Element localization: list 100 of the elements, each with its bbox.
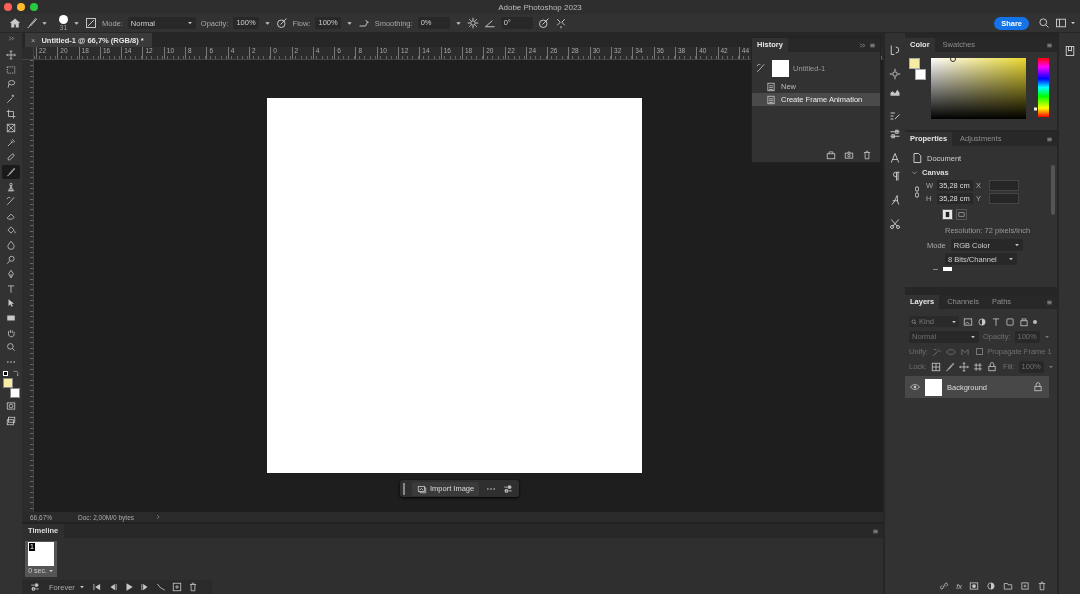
foreground-color-swatch[interactable]	[909, 58, 920, 69]
sun-icon[interactable]	[889, 68, 901, 80]
background-color-swatch[interactable]	[10, 388, 20, 399]
trash-icon[interactable]	[1037, 581, 1047, 591]
character-icon[interactable]	[889, 152, 901, 164]
default-colors-icon[interactable]	[3, 371, 8, 377]
zoom-button[interactable]	[30, 3, 38, 11]
menu-icon[interactable]	[869, 41, 876, 49]
play-icon[interactable]	[124, 582, 134, 592]
caret-icon	[1013, 242, 1020, 248]
menu-icon[interactable]	[1046, 135, 1053, 143]
document-icon	[766, 94, 776, 105]
collapse-icon[interactable]	[7, 35, 15, 42]
scrollbar[interactable]	[1051, 165, 1055, 215]
lock-icon[interactable]	[1033, 382, 1043, 392]
menu-icon[interactable]	[1046, 298, 1053, 306]
swap-colors-icon[interactable]	[12, 370, 19, 378]
brush-settings-icon[interactable]	[889, 110, 901, 122]
chevron-right-icon[interactable]	[155, 514, 161, 520]
caret-icon	[78, 584, 85, 590]
checkbox[interactable]	[976, 348, 984, 355]
image-icon	[417, 483, 427, 494]
lock-all-icon[interactable]	[986, 361, 997, 372]
search-icon	[911, 318, 917, 325]
brush-icon[interactable]	[756, 63, 766, 73]
smart-object-filter-icon[interactable]	[1019, 316, 1029, 327]
adjustment-icon[interactable]	[986, 581, 996, 591]
next-frame-icon[interactable]	[140, 582, 150, 592]
caret-icon[interactable]	[454, 19, 462, 27]
caret-icon[interactable]	[1070, 20, 1076, 26]
trash-icon[interactable]	[188, 582, 198, 592]
x-field[interactable]	[989, 180, 1019, 191]
history-icon[interactable]	[889, 44, 901, 56]
lock-position-icon[interactable]	[958, 361, 969, 372]
shape-filter-icon[interactable]	[1005, 316, 1015, 327]
caret-icon[interactable]	[345, 19, 353, 27]
lock-pixels-icon[interactable]	[930, 361, 941, 372]
folder-icon[interactable]	[1003, 581, 1013, 591]
caret-icon[interactable]	[263, 19, 271, 27]
color-field[interactable]	[931, 58, 1026, 119]
settings-icon[interactable]	[466, 17, 479, 29]
caret-icon[interactable]	[73, 19, 80, 27]
color-swatch[interactable]	[943, 267, 952, 271]
camera-icon[interactable]	[844, 150, 854, 160]
new-document-icon[interactable]	[826, 150, 836, 160]
hue-slider-thumb[interactable]	[1034, 107, 1037, 111]
lock-paint-icon[interactable]	[944, 361, 955, 372]
menu-icon[interactable]	[1046, 41, 1053, 49]
libraries-icon[interactable]	[1063, 45, 1076, 57]
pressure-icon[interactable]	[537, 17, 550, 29]
new-layer-icon[interactable]	[1020, 581, 1030, 591]
eye-icon[interactable]	[910, 382, 920, 392]
home-icon[interactable]	[9, 17, 21, 29]
caret-icon[interactable]	[41, 19, 48, 27]
document-icon	[766, 81, 776, 92]
type-filter-icon[interactable]	[991, 316, 1001, 327]
menu-icon[interactable]	[872, 527, 879, 535]
lock-artboard-icon[interactable]	[972, 361, 983, 372]
pressure-icon[interactable]	[275, 17, 288, 29]
caret-icon	[970, 333, 976, 340]
adjustment-filter-icon[interactable]	[977, 316, 987, 327]
caret-icon	[186, 20, 193, 26]
sliders-icon[interactable]	[503, 483, 514, 494]
chevron-icon[interactable]	[911, 169, 918, 176]
sliders-icon[interactable]	[889, 128, 901, 140]
snapshot-thumbnail[interactable]	[772, 59, 789, 77]
document-icon	[911, 152, 923, 164]
image-filter-icon[interactable]	[963, 316, 973, 327]
layer-thumbnail	[925, 378, 942, 396]
first-frame-icon[interactable]	[92, 582, 102, 592]
workspace-icon[interactable]	[1055, 17, 1067, 29]
close-button[interactable]	[4, 3, 12, 11]
new-frame-icon[interactable]	[172, 582, 182, 592]
trash-icon[interactable]	[862, 150, 872, 160]
minimize-button[interactable]	[17, 3, 25, 11]
tween-icon[interactable]	[156, 582, 166, 592]
window-title: Adobe Photoshop 2023	[498, 2, 582, 12]
previous-frame-icon[interactable]	[108, 582, 118, 592]
caret-icon	[1008, 256, 1014, 262]
caret-icon	[951, 318, 957, 325]
brush-settings-icon[interactable]	[85, 17, 97, 29]
butterfly-icon[interactable]	[554, 17, 567, 29]
collapse-icon[interactable]	[859, 41, 866, 49]
scissors-icon[interactable]	[889, 218, 901, 230]
brush-icon[interactable]	[2, 164, 20, 180]
landscape-icon[interactable]	[956, 209, 967, 220]
search-icon[interactable]	[1038, 17, 1050, 29]
airbrush-icon[interactable]	[357, 17, 370, 29]
brush-preview[interactable]	[59, 15, 68, 24]
glyph-icon[interactable]	[889, 194, 901, 206]
filter-toggle[interactable]	[1033, 319, 1037, 324]
y-field[interactable]	[989, 193, 1019, 204]
unify-position-icon[interactable]	[932, 346, 943, 357]
background-color-swatch[interactable]	[915, 69, 926, 80]
portrait-icon[interactable]	[942, 209, 953, 220]
brush-icon[interactable]	[26, 17, 38, 29]
mask-icon[interactable]	[969, 581, 979, 591]
settings-icon[interactable]	[30, 582, 40, 592]
foreground-color-swatch[interactable]	[3, 378, 13, 389]
link-icon[interactable]	[939, 581, 950, 591]
